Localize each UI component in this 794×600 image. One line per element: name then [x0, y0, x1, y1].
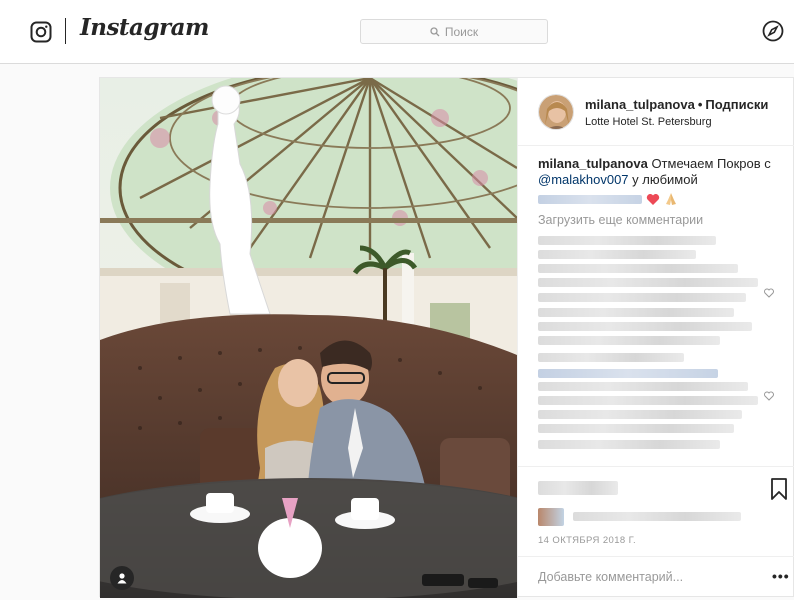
blurred-action-icons: [538, 481, 618, 495]
blurred-comment: [538, 336, 720, 345]
caption-mention[interactable]: @malakhov007: [538, 172, 629, 187]
blurred-comment: [538, 410, 742, 419]
instagram-camera-icon[interactable]: [30, 21, 52, 43]
instagram-wordmark[interactable]: Instagram: [80, 14, 209, 41]
photo-illustration: [100, 78, 517, 598]
avatar[interactable]: [538, 94, 574, 130]
post-date[interactable]: 14 ОКТЯБРЯ 2018 Г.: [538, 535, 636, 546]
post-photo[interactable]: [100, 78, 517, 598]
caption-text-after: у любимой: [632, 172, 698, 187]
blurred-likes: [573, 512, 741, 521]
separator-dot: •: [697, 97, 703, 112]
actions-divider: [518, 466, 794, 467]
blurred-comment: [538, 236, 716, 245]
caption-username[interactable]: milana_tulpanova: [538, 156, 648, 171]
search-placeholder: Поиск: [444, 24, 479, 39]
blurred-comment: [538, 250, 696, 259]
post-header: milana_tulpanova • Подписки Lotte Hotel St…: [518, 78, 794, 146]
blurred-comment: [538, 293, 746, 302]
blurred-comment: [538, 440, 720, 449]
follow-button[interactable]: Подписки: [705, 97, 768, 112]
blurred-comment: [538, 353, 684, 362]
caption-hashtags: [538, 192, 778, 206]
more-options-button[interactable]: •••: [772, 568, 790, 584]
praying-hands-emoji-icon: [666, 193, 676, 205]
username-link[interactable]: milana_tulpanova: [585, 97, 695, 112]
load-more-comments[interactable]: Загрузить еще комментарии: [538, 213, 703, 227]
blurred-hashtags: [538, 194, 642, 204]
add-comment-input[interactable]: Добавьте комментарий...: [538, 570, 683, 584]
location-link[interactable]: Lotte Hotel St. Petersburg: [585, 116, 712, 128]
blurred-comment: [538, 396, 758, 405]
avatar-image: [539, 95, 573, 129]
search-input[interactable]: Поиск: [360, 19, 548, 44]
red-heart-emoji-icon: [646, 193, 660, 205]
post-caption: milana_tulpanova Отмечаем Покров с @mala…: [538, 156, 778, 206]
tagged-users-button[interactable]: [110, 566, 134, 590]
search-icon: [430, 26, 440, 36]
like-comment-heart-icon[interactable]: [764, 288, 774, 298]
blurred-comment: [538, 308, 734, 317]
blurred-comment: [538, 278, 758, 287]
blurred-comment: [538, 264, 738, 273]
post-sidebar: milana_tulpanova • Подписки Lotte Hotel St…: [517, 78, 794, 598]
liked-by-avatar: [538, 508, 564, 526]
blurred-comment: [538, 382, 748, 391]
like-comment-heart-icon[interactable]: [764, 391, 774, 401]
post-card: milana_tulpanova • Подписки Lotte Hotel St…: [99, 77, 794, 598]
top-navigation-bar: Instagram Поиск: [0, 0, 794, 64]
save-bookmark-icon[interactable]: [770, 478, 788, 500]
post-author: milana_tulpanova • Подписки: [585, 97, 768, 112]
blurred-comment: [538, 424, 734, 433]
comment-divider: [518, 556, 794, 557]
logo-divider: [65, 18, 66, 44]
compass-icon[interactable]: [762, 20, 784, 42]
blurred-comment: [538, 322, 752, 331]
caption-text: Отмечаем Покров с: [651, 156, 771, 171]
blurred-mention: [538, 369, 718, 378]
user-icon: [117, 573, 127, 584]
